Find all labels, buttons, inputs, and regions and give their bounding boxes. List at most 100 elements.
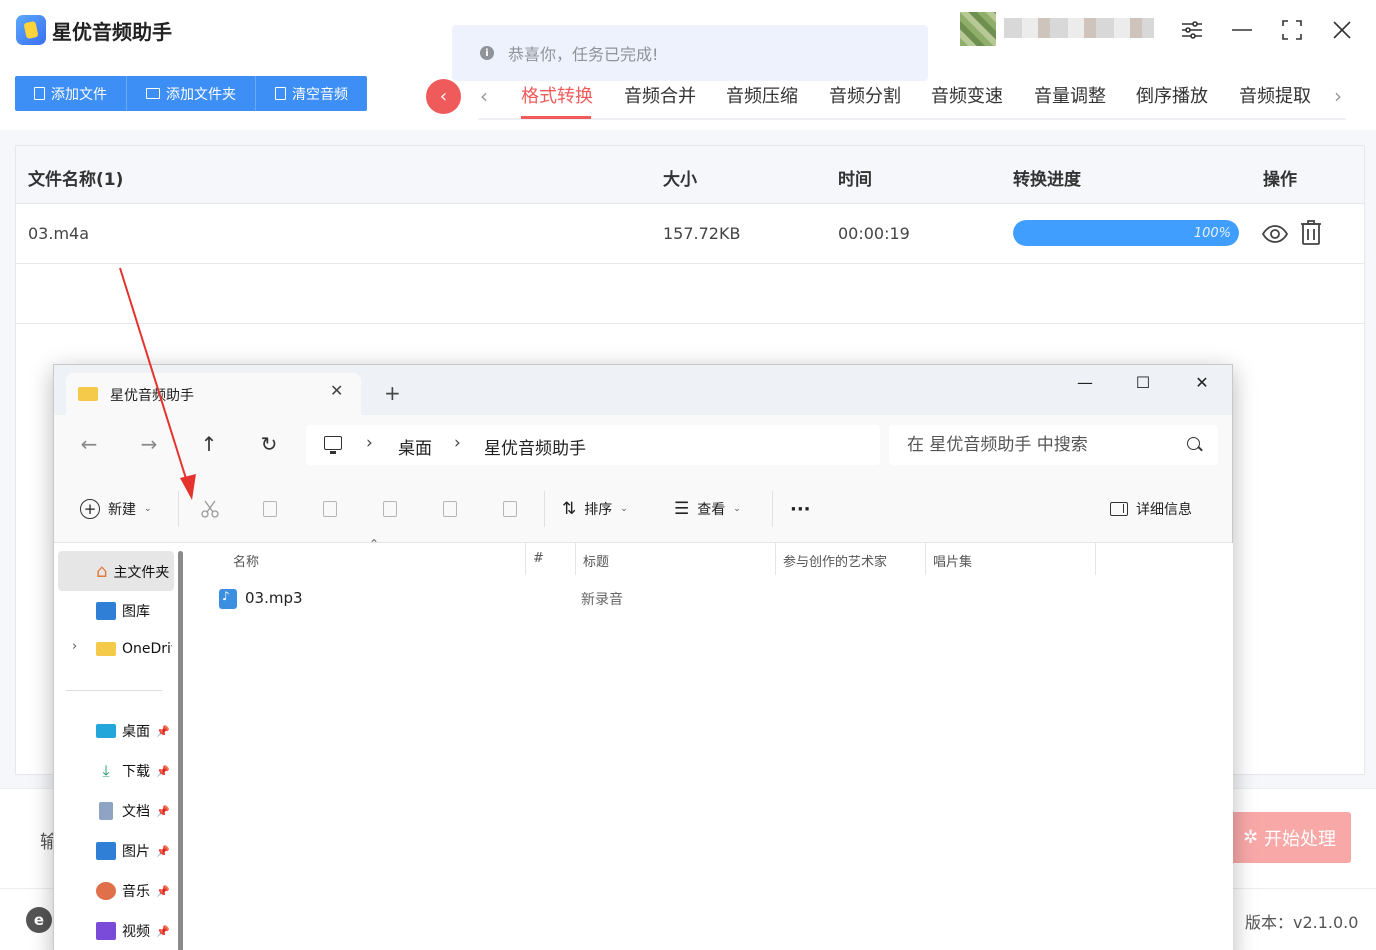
row-file-size: 157.72KB <box>663 224 741 243</box>
progress-fill: 100% <box>1013 220 1239 246</box>
col-album-header[interactable]: 唱片集 <box>933 551 972 570</box>
back-arrow-icon[interactable]: ← <box>76 432 102 458</box>
breadcrumb-folder[interactable]: 星优音频助手 <box>484 434 586 459</box>
clear-audio-button[interactable]: 清空音频 <box>256 76 367 111</box>
column-separator[interactable] <box>575 543 576 575</box>
minimize-icon[interactable] <box>1228 16 1256 44</box>
share-icon[interactable] <box>440 499 460 519</box>
tab-audio-speed[interactable]: 音频变速 <box>931 82 1003 108</box>
column-separator[interactable] <box>1095 543 1096 575</box>
col-artist-header[interactable]: 参与创作的艺术家 <box>783 551 887 570</box>
new-button[interactable]: + 新建 ⌄ <box>80 499 152 519</box>
tab-audio-extract[interactable]: 音频提取 <box>1239 82 1311 108</box>
nav-item-onedrive[interactable]: OneDrive <box>96 641 172 657</box>
column-separator[interactable] <box>525 543 526 575</box>
col-name-header[interactable]: 名称 <box>233 551 259 570</box>
paste-icon[interactable] <box>320 499 340 519</box>
col-title-header[interactable]: 标题 <box>583 551 609 570</box>
column-separator[interactable] <box>925 543 926 575</box>
path-box[interactable]: › 桌面 › 星优音频助手 <box>306 425 880 465</box>
nav-item-videos[interactable]: 视频 📌 <box>96 921 170 941</box>
user-name-blurred <box>1004 18 1154 38</box>
tab-close-icon[interactable]: ✕ <box>330 381 343 400</box>
col-number-header[interactable]: # <box>533 551 544 566</box>
chevron-right-icon[interactable]: › <box>454 433 461 453</box>
col-actions-header: 操作 <box>1263 170 1297 190</box>
nav-item-home[interactable]: ⌂ 主文件夹 <box>96 561 169 582</box>
tab-audio-compress[interactable]: 音频压缩 <box>726 82 798 108</box>
preview-eye-icon[interactable] <box>1262 222 1288 246</box>
delete-trash-icon[interactable] <box>1300 220 1322 246</box>
minimize-icon[interactable]: — <box>1070 373 1100 392</box>
rename-icon[interactable] <box>380 499 400 519</box>
active-tab-underline <box>521 116 591 119</box>
desktop-icon <box>96 724 116 738</box>
list-item[interactable]: 03.mp3 新录音 <box>219 587 1119 615</box>
start-processing-button[interactable]: ✲ 开始处理 <box>1228 812 1351 863</box>
tab-reverse-play[interactable]: 倒序播放 <box>1136 82 1208 108</box>
folder-icon <box>146 88 160 99</box>
details-pane-button[interactable]: 详细信息 <box>1110 499 1192 519</box>
collapse-back-button[interactable]: ‹ <box>426 79 461 114</box>
nav-gallery-label: 图库 <box>122 604 150 620</box>
tab-audio-split[interactable]: 音频分割 <box>829 82 901 108</box>
view-button[interactable]: ☰ 查看 ⌄ <box>674 499 741 519</box>
audio-file-icon <box>219 589 237 609</box>
nav-desktop-label: 桌面 <box>122 724 150 740</box>
chevron-down-icon: ⌄ <box>620 504 628 514</box>
search-field[interactable] <box>889 425 1218 465</box>
version-label: 版本：v2.1.0.0 <box>1245 913 1359 932</box>
chevron-right-icon[interactable]: › <box>366 433 373 453</box>
details-label: 详细信息 <box>1136 502 1192 518</box>
cut-icon[interactable] <box>200 499 220 519</box>
cmd-divider <box>544 491 545 527</box>
tab-audio-merge[interactable]: 音频合并 <box>624 82 696 108</box>
settings-sliders-icon[interactable] <box>1178 16 1206 44</box>
table-row[interactable]: 03.m4a 157.72KB 00:00:19 100% <box>16 204 1364 264</box>
new-tab-icon[interactable]: + <box>384 381 401 405</box>
pin-icon: 📌 <box>156 804 170 818</box>
add-folder-button[interactable]: 添加文件夹 <box>127 76 256 111</box>
download-icon: ⤓ <box>102 761 110 780</box>
nav-scrollbar[interactable] <box>178 551 183 950</box>
explorer-tab[interactable]: 星优音频助手 ✕ <box>66 373 361 415</box>
nav-item-downloads[interactable]: ⤓ 下载 📌 <box>96 761 169 781</box>
nav-item-desktop[interactable]: 桌面 📌 <box>96 721 170 741</box>
tabs-next-icon[interactable]: › <box>1334 84 1342 108</box>
nav-item-music[interactable]: 音乐 📌 <box>96 881 170 901</box>
fullscreen-icon[interactable] <box>1278 16 1306 44</box>
expand-chevron-icon[interactable]: › <box>72 639 77 654</box>
add-file-button[interactable]: 添加文件 <box>15 76 127 111</box>
user-avatar[interactable] <box>960 12 996 46</box>
file-title: 新录音 <box>581 592 623 608</box>
explorer-address-bar: ← → ↑ ↻ › 桌面 › 星优音频助手 <box>54 415 1232 475</box>
up-arrow-icon[interactable]: ↑ <box>196 432 222 458</box>
maximize-icon[interactable]: ☐ <box>1128 373 1158 392</box>
refresh-icon[interactable]: ↻ <box>256 432 282 458</box>
cmd-divider <box>772 491 773 527</box>
pin-icon: 📌 <box>156 844 170 858</box>
column-separator[interactable] <box>775 543 776 575</box>
nav-item-gallery[interactable]: 图库 <box>96 601 150 621</box>
nav-item-documents[interactable]: 文档 📌 <box>96 801 170 821</box>
close-icon[interactable]: ✕ <box>1187 373 1217 392</box>
close-icon[interactable] <box>1328 16 1356 44</box>
tab-volume-adjust[interactable]: 音量调整 <box>1034 82 1106 108</box>
chevron-down-icon: ⌄ <box>733 504 741 514</box>
tab-format-convert[interactable]: 格式转换 <box>521 82 593 108</box>
explorer-command-bar: + 新建 ⌄ ⇅ 排序 ⌄ ☰ 查看 ⌄ ··· 详细信息 <box>54 475 1232 543</box>
copy-icon[interactable] <box>260 499 280 519</box>
sort-button[interactable]: ⇅ 排序 ⌄ <box>562 499 628 519</box>
delete-icon[interactable] <box>500 499 520 519</box>
nav-onedrive-label: OneDrive <box>122 641 172 657</box>
forward-arrow-icon[interactable]: → <box>136 432 162 458</box>
nav-item-pictures[interactable]: 图片 📌 <box>96 841 170 861</box>
search-icon[interactable] <box>1187 437 1200 450</box>
breadcrumb-desktop[interactable]: 桌面 <box>398 434 432 459</box>
explorer-tab-bar: 星优音频助手 ✕ + — ☐ ✕ <box>54 365 1232 415</box>
search-input[interactable] <box>889 425 1218 465</box>
edge-browser-icon[interactable]: e <box>26 907 52 933</box>
tabs-prev-icon[interactable]: ‹ <box>480 84 488 108</box>
app-logo-icon <box>16 15 46 45</box>
more-options-button[interactable]: ··· <box>790 499 811 520</box>
